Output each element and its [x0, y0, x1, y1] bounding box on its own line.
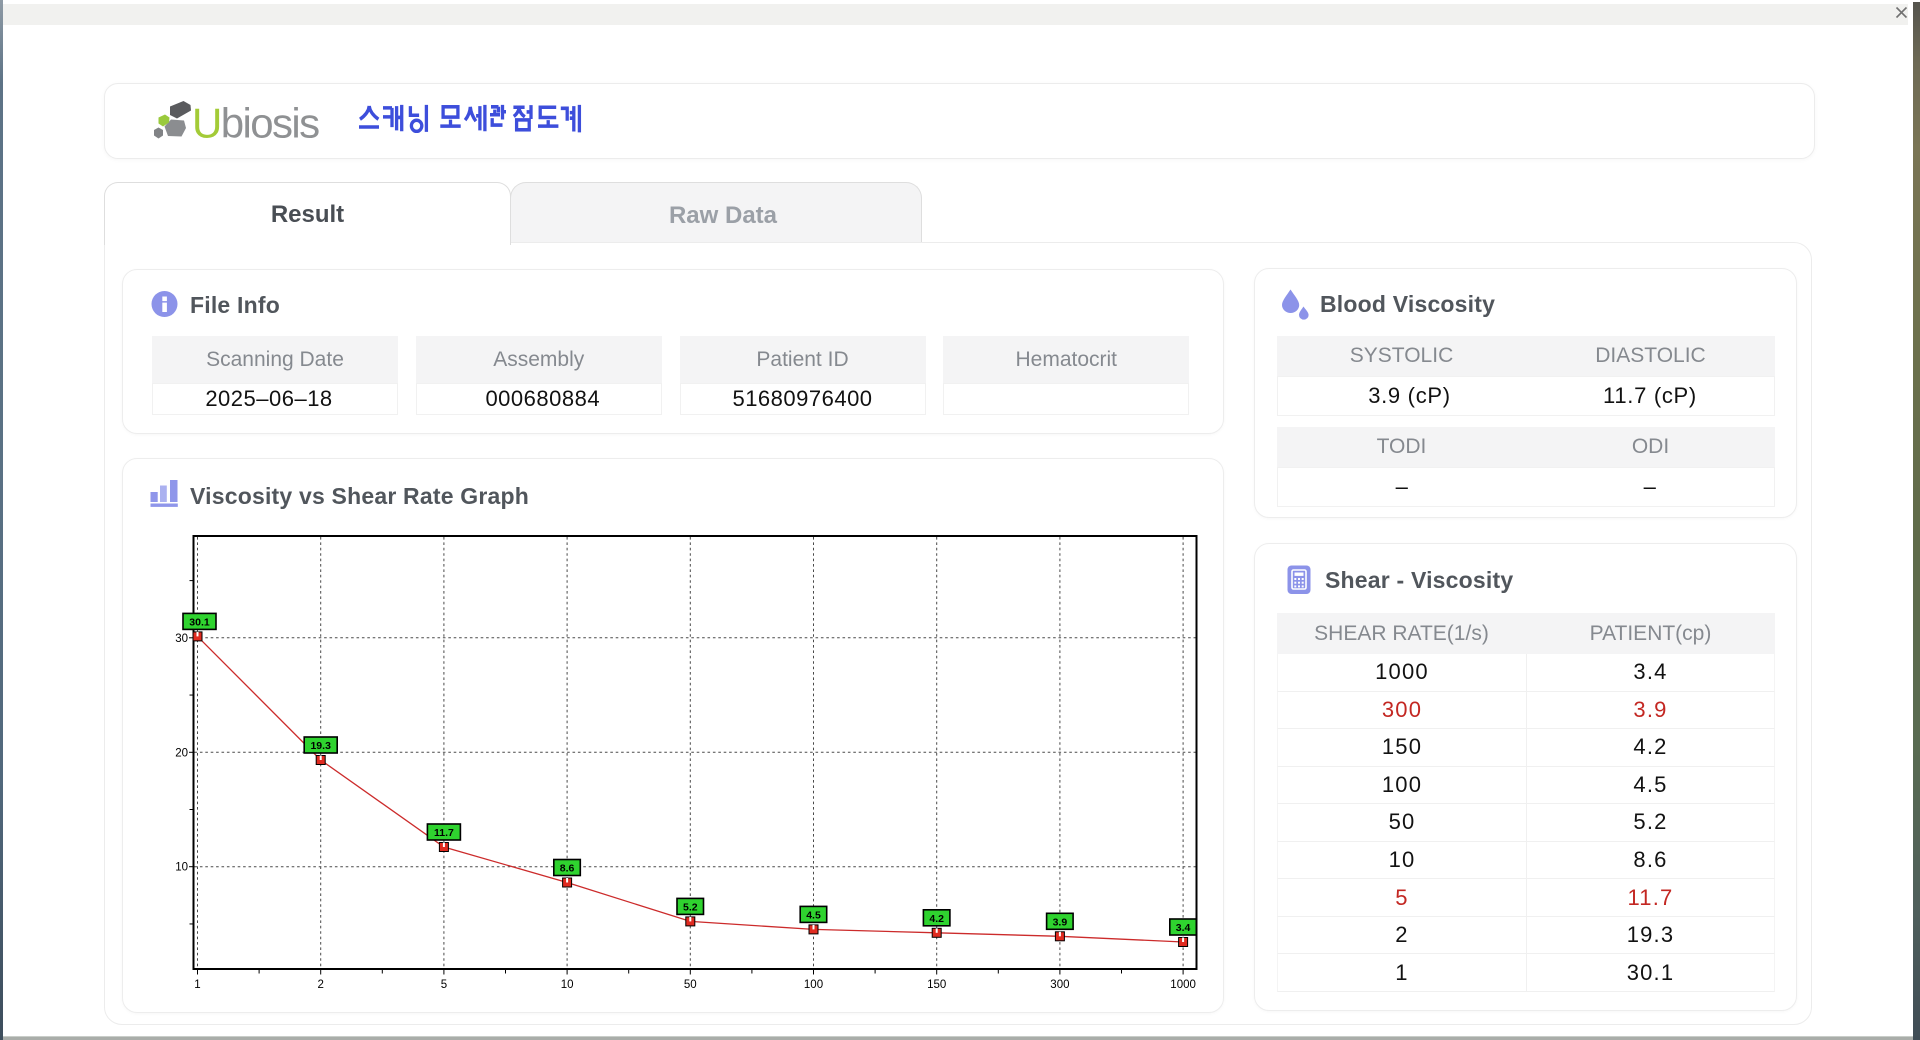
svg-text:150: 150: [927, 979, 946, 991]
svg-text:30: 30: [175, 633, 188, 645]
svg-text:50: 50: [684, 979, 697, 991]
svg-text:1000: 1000: [1170, 979, 1196, 991]
svg-text:300: 300: [1050, 979, 1069, 991]
svg-text:11.7: 11.7: [434, 827, 454, 839]
svg-text:100: 100: [804, 979, 823, 991]
svg-text:30.1: 30.1: [189, 616, 210, 628]
svg-text:3.9: 3.9: [1053, 916, 1068, 928]
svg-text:5.2: 5.2: [683, 901, 698, 913]
svg-text:19.3: 19.3: [310, 740, 331, 752]
svg-text:4.5: 4.5: [806, 909, 821, 921]
svg-text:1: 1: [194, 979, 200, 991]
svg-text:8.6: 8.6: [560, 863, 575, 875]
svg-text:10: 10: [175, 862, 188, 874]
svg-text:3.4: 3.4: [1176, 922, 1191, 934]
svg-text:20: 20: [175, 747, 188, 759]
svg-text:4.2: 4.2: [929, 913, 944, 925]
svg-text:5: 5: [441, 979, 447, 991]
svg-text:10: 10: [561, 979, 574, 991]
svg-text:Ubiosis: Ubiosis: [192, 100, 319, 147]
svg-text:2: 2: [317, 979, 323, 991]
